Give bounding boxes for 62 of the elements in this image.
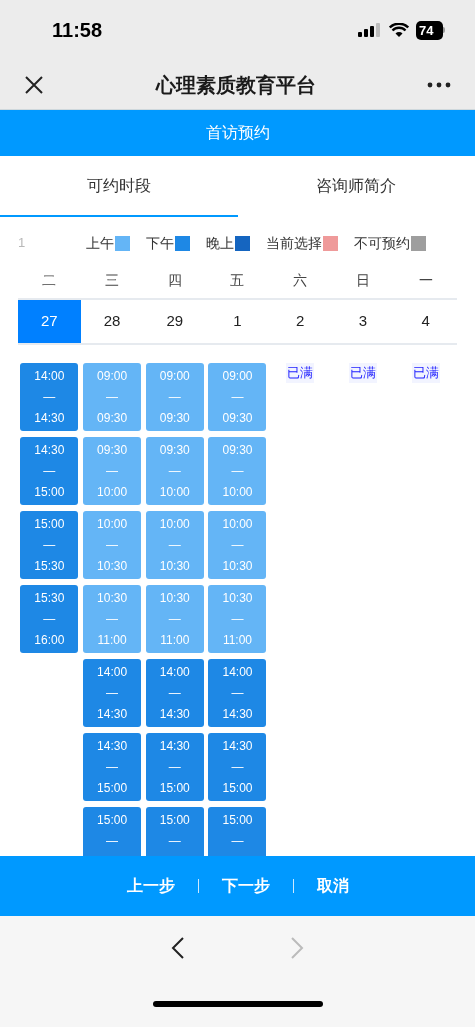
signal-icon [358, 23, 382, 37]
weekday-label: 五 [229, 270, 246, 290]
date-cell[interactable]: 27 [18, 300, 81, 343]
time-slot[interactable]: 14:30 — 15:00 [145, 733, 204, 801]
back-icon[interactable] [171, 936, 185, 960]
time-slot[interactable]: 15:00 — 15:30 [20, 511, 79, 579]
legend-label: 下午 [146, 233, 174, 253]
weekday-label: 四 [166, 270, 183, 290]
battery-icon: 74 [416, 20, 445, 40]
time-slot[interactable]: 15:00 — [83, 807, 142, 856]
weekday-label: 二 [41, 270, 58, 290]
date-cell[interactable]: 4 [394, 300, 457, 343]
legend-note: 1 [18, 234, 27, 253]
time-slot[interactable]: 15:30 — 16:00 [20, 585, 79, 653]
full-status: 已满 [348, 363, 377, 383]
more-icon[interactable] [427, 81, 451, 88]
time-slot[interactable]: 09:30 — 10:00 [145, 437, 204, 505]
date-cell[interactable]: 28 [80, 300, 144, 343]
time-slot[interactable]: 14:00 — 14:30 [83, 659, 142, 727]
full-status: 已满 [286, 363, 315, 383]
time-slot[interactable]: 09:30 — 10:00 [208, 437, 267, 505]
tab[interactable]: 咨询师简介 [237, 156, 475, 217]
time-slot[interactable]: 10:30 — 11:00 [145, 585, 204, 653]
action-button[interactable]: 上一步 [126, 874, 175, 898]
time-slot[interactable]: 10:00 — 10:30 [145, 511, 204, 579]
time-slot[interactable]: 14:30 — 15:00 [20, 437, 79, 505]
weekday-label: 六 [292, 270, 309, 290]
time-slot[interactable]: 09:30 — 10:00 [83, 437, 142, 505]
time-slot[interactable]: 09:00 — 09:30 [145, 363, 204, 431]
time-slot[interactable]: 10:30 — 11:00 [208, 585, 267, 653]
time-slot[interactable]: 10:30 — 11:00 [83, 585, 142, 653]
weekday-label: 日 [354, 270, 371, 290]
page-title: 心理素质教育平台 [155, 72, 316, 98]
time-slot[interactable]: 14:00 — 14:30 [145, 659, 204, 727]
date-cell[interactable]: 29 [143, 300, 207, 343]
legend-label: 当前选择 [266, 233, 322, 253]
full-status: 已满 [411, 363, 440, 383]
weekday-label: 三 [104, 270, 121, 290]
time-slot[interactable]: 10:00 — 10:30 [83, 511, 142, 579]
time-slot[interactable]: 09:00 — 09:30 [208, 363, 267, 431]
date-cell[interactable]: 1 [206, 300, 269, 343]
weekday-label: 一 [417, 270, 434, 290]
time-slot[interactable]: 14:30 — 15:00 [208, 733, 267, 801]
header-title: 首访预约 [205, 123, 270, 143]
date-cell[interactable]: 3 [331, 300, 395, 343]
time-slot[interactable]: 09:00 — 09:30 [83, 363, 142, 431]
action-button[interactable]: 下一步 [221, 874, 270, 898]
date-cell[interactable]: 2 [268, 300, 332, 343]
legend-label: 上午 [86, 233, 114, 253]
time-slot[interactable]: 14:00 — 14:30 [208, 659, 267, 727]
wifi-icon [389, 23, 409, 37]
time-slot[interactable]: 15:00 — [208, 807, 267, 856]
time-slot[interactable]: 14:30 — 15:00 [83, 733, 142, 801]
time-slot[interactable]: 10:00 — 10:30 [208, 511, 267, 579]
status-time: 11:58 [52, 18, 103, 43]
legend-label: 不可预约 [354, 233, 410, 253]
legend-label: 晚上 [206, 233, 234, 253]
time-slot[interactable]: 15:00 — [145, 807, 204, 856]
time-slot[interactable]: 14:00 — 14:30 [20, 363, 79, 431]
action-button[interactable]: 取消 [316, 874, 349, 898]
close-icon[interactable] [24, 74, 44, 95]
tab[interactable]: 可约时段 [0, 156, 238, 217]
